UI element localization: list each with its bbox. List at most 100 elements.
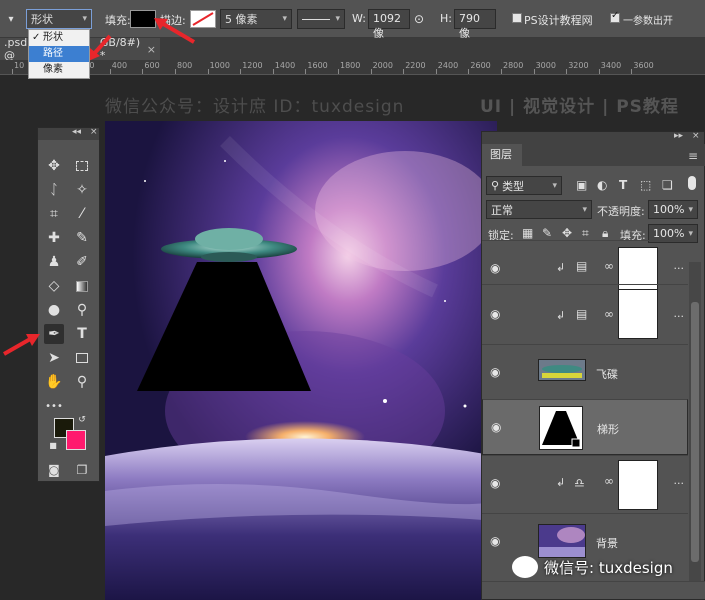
lock-transparent-icon[interactable]: ▦ <box>522 226 533 240</box>
scrollbar-thumb[interactable] <box>691 302 699 562</box>
height-field[interactable]: 790 像 <box>454 9 496 40</box>
filter-pixel-icon[interactable]: ▣ <box>576 178 587 192</box>
levels-adjustment-icon: ♎ <box>574 476 585 490</box>
link-icon: ∞ <box>604 474 614 488</box>
crop-tool-icon[interactable]: ⌗ <box>44 204 64 224</box>
lock-position-icon[interactable]: ✥ <box>562 226 572 240</box>
tool-mode-dropdown: 形状 路径 像素 <box>28 29 90 79</box>
hand-tool-icon[interactable]: ✋ <box>44 372 64 392</box>
ruler-tick-label: 1000 <box>209 61 230 70</box>
eyedropper-tool-icon[interactable]: ⁄ <box>72 204 92 224</box>
filter-smart-object-icon[interactable]: ❏ <box>662 178 673 192</box>
ruler-tick-label: 2800 <box>503 61 524 70</box>
history-brush-tool-icon[interactable]: ✐ <box>72 252 92 272</box>
layers-scrollbar[interactable] <box>689 262 701 587</box>
option-checkbox-2[interactable] <box>610 10 620 23</box>
blur-tool-icon[interactable]: ● <box>44 300 64 320</box>
tab-layers[interactable]: 图层 <box>482 144 522 166</box>
magic-wand-tool-icon[interactable]: ✧ <box>72 180 92 200</box>
default-colors-icon[interactable]: ■ <box>48 440 58 450</box>
ufo-thumbnail <box>539 360 585 380</box>
option-label-1: PS设计教程网 <box>524 14 593 27</box>
blend-mode-value: 正常 <box>491 203 513 217</box>
eye-icon[interactable]: ◉ <box>490 261 500 275</box>
rectangle-tool-icon[interactable] <box>72 348 92 368</box>
trapezoid-thumbnail <box>540 407 582 449</box>
collapse-icon[interactable]: ◂◂ <box>72 127 81 137</box>
stroke-type-select[interactable]: ▾ <box>297 9 345 29</box>
layers-panel-footer <box>482 581 705 599</box>
tool-preset-chevron-icon[interactable]: ▾ <box>4 10 18 28</box>
layers-panel-header[interactable]: ▸▸ × <box>482 131 704 144</box>
tools-panel-header[interactable]: ◂◂ × <box>38 127 99 140</box>
stroke-width-select[interactable]: 5 像素 ▾ <box>220 9 292 29</box>
path-selection-tool-icon[interactable]: ➤ <box>44 348 64 368</box>
eye-icon[interactable]: ◉ <box>490 365 500 379</box>
lock-all-icon[interactable]: 🔒︎ <box>602 226 608 241</box>
move-tool-icon[interactable]: ✥ <box>44 156 64 176</box>
dropdown-item-path[interactable]: 路径 <box>29 46 89 62</box>
ruler-tick-label: 1600 <box>307 61 328 70</box>
dropdown-item-shape[interactable]: 形状 <box>29 30 89 46</box>
background-color-swatch[interactable] <box>66 430 86 450</box>
lock-artboard-icon[interactable]: ⌗ <box>582 226 589 241</box>
height-label: H: <box>440 12 452 25</box>
dodge-tool-icon[interactable]: ⚲ <box>72 300 92 320</box>
lasso-tool-icon[interactable]: ᛇ <box>44 180 64 200</box>
lock-pixels-icon[interactable]: ✎ <box>542 226 552 240</box>
ruler-tick-label: 2200 <box>405 61 426 70</box>
swap-colors-icon[interactable]: ↺ <box>76 414 88 426</box>
quick-mask-icon[interactable]: ◙ <box>44 460 64 480</box>
eraser-tool-icon[interactable]: ◇ <box>44 276 64 296</box>
gradient-tool-icon[interactable] <box>72 276 92 296</box>
stroke-line-preview <box>302 18 330 20</box>
pen-tool-icon[interactable]: ✒ <box>44 324 64 344</box>
ruler-tick-label: 600 <box>144 61 160 70</box>
more-tools-icon[interactable]: ••• <box>44 396 64 416</box>
ruler-tick <box>305 69 307 74</box>
clone-stamp-tool-icon[interactable]: ♟ <box>44 252 64 272</box>
type-tool-icon[interactable]: T <box>72 324 92 344</box>
eye-icon[interactable]: ◉ <box>490 307 500 321</box>
opacity-field[interactable]: 100% ▾ <box>648 200 698 219</box>
header-watermark-left: 微信公众号：设计庶 ID：tuxdesign <box>105 97 405 117</box>
eye-icon[interactable]: ◉ <box>490 476 500 490</box>
ruler-tick-label: 3200 <box>568 61 589 70</box>
ruler-tick <box>12 69 13 74</box>
panel-menu-icon[interactable]: ≡ <box>688 149 698 163</box>
layer-mask-thumbnail[interactable] <box>618 289 658 339</box>
screen-mode-icon[interactable]: ❐ <box>72 460 92 480</box>
filter-shape-icon[interactable]: ⬚ <box>640 178 651 192</box>
filter-type-icon[interactable]: T <box>619 178 627 192</box>
layer-mask-thumbnail[interactable] <box>618 460 658 510</box>
width-field[interactable]: 1092 像 <box>368 9 410 40</box>
opacity-value: 100% <box>653 203 685 216</box>
layer-row-selected[interactable]: ◉ 梯形 <box>482 399 688 455</box>
opacity-label: 不透明度: <box>597 205 645 218</box>
brush-tool-icon[interactable]: ✎ <box>72 228 92 248</box>
link-dimensions-icon[interactable]: ⊙ <box>414 12 424 26</box>
layer-row[interactable]: ◉ 飞碟 <box>482 344 688 399</box>
healing-brush-tool-icon[interactable]: ✚ <box>44 228 64 248</box>
layer-row[interactable]: ◉ ↲ ♎ ∞ ... <box>482 455 688 513</box>
marquee-tool-icon[interactable] <box>72 156 92 176</box>
background-thumbnail <box>539 525 585 557</box>
layer-row[interactable]: ◉ ↲ ▤ ∞ ... <box>482 284 688 344</box>
filter-adjustment-icon[interactable]: ◐ <box>597 178 607 192</box>
layer-filter-select[interactable]: ⚲ 类型 ▾ <box>486 176 562 195</box>
close-icon[interactable]: × <box>692 131 700 141</box>
option-checkbox-1[interactable] <box>512 13 522 23</box>
eye-icon[interactable]: ◉ <box>490 534 500 548</box>
filter-toggle[interactable] <box>688 176 696 190</box>
tool-mode-value: 形状 <box>31 13 53 26</box>
zoom-tool-icon[interactable]: ⚲ <box>72 372 92 392</box>
close-icon[interactable]: × <box>147 43 156 56</box>
dropdown-item-pixels[interactable]: 像素 <box>29 62 89 78</box>
ufo-bottom <box>201 252 257 262</box>
tool-mode-select[interactable]: 形状 ▾ <box>26 9 92 29</box>
document-canvas[interactable] <box>105 121 497 600</box>
blend-mode-select[interactable]: 正常 ▾ <box>486 200 592 219</box>
collapse-icon[interactable]: ▸▸ <box>674 131 683 141</box>
close-icon[interactable]: × <box>90 127 98 137</box>
eye-icon[interactable]: ◉ <box>491 420 501 434</box>
